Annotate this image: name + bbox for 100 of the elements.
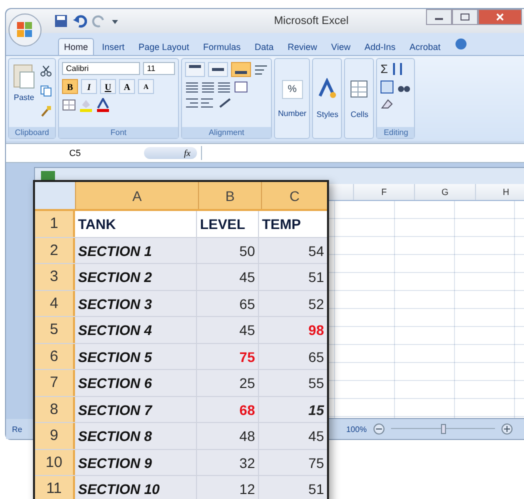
paste-button[interactable]: Paste [12, 62, 36, 124]
table-cell: SECTION 5 [75, 344, 197, 369]
group-label: Alignment [182, 127, 271, 138]
row-header[interactable]: 5 [35, 317, 75, 342]
row-header[interactable]: 7 [35, 370, 75, 396]
ribbon-tab[interactable]: Data [248, 38, 280, 55]
zoom-out-icon[interactable] [372, 423, 385, 435]
row-header[interactable]: 1 [35, 211, 75, 236]
table-cell: SECTION 7 [75, 396, 197, 422]
font-style-button[interactable]: U [100, 79, 116, 94]
row-header[interactable]: 9 [35, 423, 75, 448]
ribbon-tab[interactable]: Acrobat [404, 38, 447, 55]
table-cell: SECTION 10 [75, 476, 197, 499]
table-cell: SECTION 2 [75, 264, 197, 290]
slider-thumb[interactable] [440, 424, 446, 434]
table-cell: SECTION 8 [75, 423, 197, 448]
row-header[interactable]: 2 [35, 238, 75, 263]
cells-icon [348, 78, 370, 100]
column-header[interactable]: G [414, 184, 475, 200]
table-cell-text: 75 [307, 454, 325, 472]
table-cell: 48 [197, 423, 259, 448]
help-icon[interactable] [454, 38, 467, 50]
table-cell: 50 [197, 238, 259, 263]
ribbon-tab[interactable]: Page Layout [132, 38, 196, 55]
table-cell-text: 98 [307, 321, 325, 340]
font-style-button[interactable]: I [81, 79, 97, 94]
font-name-field[interactable]: Calibri [62, 62, 140, 75]
row-header[interactable]: 8 [35, 396, 75, 422]
scissors-icon[interactable] [40, 65, 52, 77]
window-title: Microsoft Excel [273, 15, 350, 27]
font-size-button[interactable]: A [119, 79, 135, 94]
table-cell-text: 55 [307, 374, 325, 393]
table-cell-text: TEMP [261, 215, 302, 234]
table-cell-text: 54 [307, 242, 325, 260]
zoom-in-icon[interactable] [500, 423, 513, 435]
table-cell: 25 [197, 370, 259, 396]
table-cell: SECTION 9 [75, 450, 197, 475]
row-header[interactable]: 6 [35, 344, 75, 369]
ribbon-tab[interactable]: Add-Ins [358, 38, 402, 55]
table-cell: 75 [197, 344, 259, 369]
row-header[interactable]: 3 [35, 264, 75, 290]
column-header[interactable]: H [475, 184, 524, 200]
table-cell-text: 65 [307, 348, 325, 366]
minimize-button[interactable] [426, 9, 452, 25]
eraser-icon[interactable] [380, 98, 394, 110]
brush-icon[interactable] [40, 105, 52, 117]
clipboard-icon [12, 62, 36, 90]
table-cell: SECTION 6 [75, 370, 197, 396]
ribbon-tab[interactable]: Home [58, 38, 94, 55]
align-button[interactable] [208, 62, 228, 77]
row-header[interactable]: 4 [35, 290, 75, 316]
row-header[interactable]: 10 [35, 450, 75, 475]
ribbon-tab[interactable]: Review [282, 38, 324, 55]
autosum-button[interactable]: Σ [380, 62, 388, 76]
font-size-field[interactable]: 11 [143, 62, 175, 75]
fill-color-icon[interactable] [79, 98, 93, 112]
table-cell-text: 51 [307, 268, 325, 287]
undo-icon[interactable] [73, 14, 87, 28]
zoom-level: 100% [346, 424, 367, 434]
align-icon [235, 71, 247, 74]
copy-icon[interactable] [40, 85, 52, 97]
table-cell: SECTION 3 [75, 290, 197, 316]
row-header[interactable]: 11 [35, 476, 75, 499]
table-cell: SECTION 4 [75, 317, 197, 342]
orientation-icon[interactable] [218, 97, 232, 109]
align-icon [212, 68, 224, 71]
ribbon-tab[interactable]: View [325, 38, 356, 55]
group-label: Font [59, 127, 178, 138]
ribbon-tab[interactable]: Insert [96, 38, 131, 55]
column-header[interactable]: C [261, 182, 327, 209]
align-button[interactable] [231, 62, 251, 77]
column-header[interactable]: B [198, 182, 261, 209]
table-cell: 32 [197, 450, 259, 475]
table-cell-text: 15 [307, 400, 326, 420]
font-style-button[interactable]: B [62, 79, 78, 94]
table-cell: 65 [197, 290, 259, 316]
wrap-text-icon[interactable] [254, 64, 268, 76]
align-button[interactable] [185, 62, 205, 77]
table-cell: 68 [197, 396, 259, 422]
column-header[interactable]: F [353, 184, 414, 200]
table-cell: TANK [75, 211, 197, 236]
merge-icon[interactable] [234, 81, 248, 93]
sheet-tab[interactable]: Re [12, 424, 22, 434]
table-cell: 45 [197, 264, 259, 290]
close-button[interactable] [478, 9, 522, 25]
maximize-icon [460, 13, 470, 21]
name-box[interactable]: C5 [10, 148, 140, 158]
table-cell-text: 45 [307, 427, 325, 446]
borders-icon[interactable] [62, 99, 76, 111]
table-cell: 12 [197, 476, 259, 499]
maximize-button[interactable] [452, 9, 478, 25]
close-icon [495, 13, 505, 21]
ribbon-tab[interactable]: Formulas [197, 38, 247, 55]
font-color-icon[interactable] [96, 98, 110, 112]
save-icon[interactable] [54, 14, 68, 28]
group-label: Editing [377, 127, 414, 138]
align-icon [189, 65, 201, 68]
column-header[interactable]: A [75, 182, 198, 209]
table-cell: 45 [197, 317, 259, 342]
insert-function-button[interactable]: fx [144, 147, 196, 159]
